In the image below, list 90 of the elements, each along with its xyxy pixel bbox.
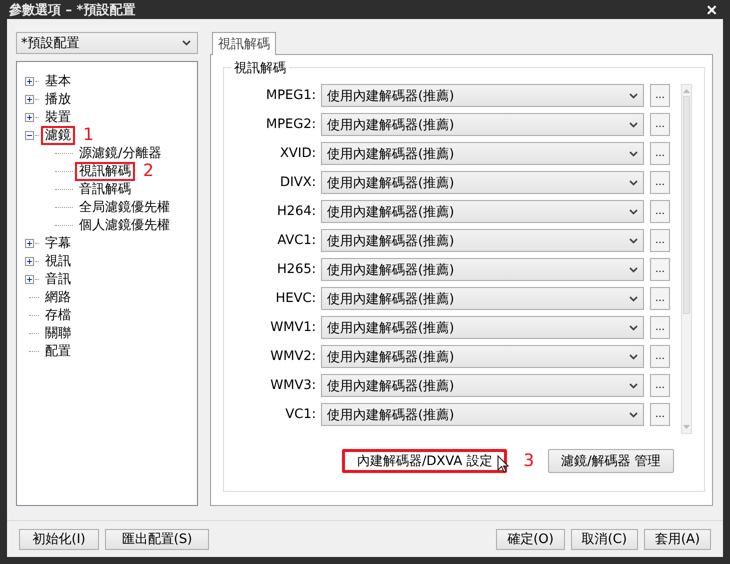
group-title: 視訊解碼 — [231, 59, 289, 77]
more-button[interactable]: ... — [650, 316, 670, 339]
annotation-number: 1 — [83, 125, 94, 145]
more-button[interactable]: ... — [650, 374, 670, 397]
tree-item[interactable]: 關聯 — [41, 324, 75, 342]
cursor-icon — [497, 455, 510, 473]
chevron-icon — [629, 324, 638, 330]
codec-label: VC1: — [284, 407, 316, 422]
decoder-dropdown[interactable]: 使用內建解碼器(推薦) — [321, 374, 644, 397]
chevron-icon — [629, 150, 638, 156]
chevron-icon — [629, 296, 638, 302]
settings-button[interactable]: 濾鏡/解碼器 管理 — [548, 449, 674, 473]
codec-label: DIVX: — [278, 175, 316, 190]
codec-label: HEVC: — [274, 291, 316, 306]
footer-button[interactable]: 套用(A) — [644, 528, 711, 550]
collapse-icon[interactable] — [25, 130, 34, 140]
decoder-dropdown[interactable]: 使用內建解碼器(推薦) — [321, 229, 644, 252]
expand-icon[interactable] — [25, 238, 34, 248]
tree-item[interactable]: 字幕 — [41, 234, 75, 252]
expand-icon[interactable] — [25, 274, 34, 284]
more-button[interactable]: ... — [650, 403, 670, 426]
scrollbar[interactable] — [681, 84, 692, 434]
more-button[interactable]: ... — [650, 287, 670, 310]
tree-item[interactable]: 個人濾鏡優先權 — [75, 216, 174, 234]
codec-label: WMV1: — [269, 320, 316, 335]
expand-icon[interactable] — [25, 112, 34, 122]
tree-item[interactable]: 視訊 — [41, 252, 75, 270]
tree-item[interactable]: 音訊解碼 — [75, 180, 135, 198]
expand-icon[interactable] — [25, 76, 34, 86]
more-button[interactable]: ... — [650, 229, 670, 252]
decoder-dropdown[interactable]: 使用內建解碼器(推薦) — [321, 200, 644, 223]
codec-label: AVC1: — [276, 233, 316, 248]
decoder-dropdown[interactable]: 使用內建解碼器(推薦) — [321, 287, 644, 310]
more-button[interactable]: ... — [650, 84, 670, 107]
chevron-icon — [629, 382, 638, 388]
chevron-icon — [629, 122, 638, 128]
decoder-dropdown[interactable]: 使用內建解碼器(推薦) — [321, 84, 644, 107]
scroll-thumb[interactable] — [683, 96, 690, 314]
tree-item[interactable]: 裝置 — [41, 108, 75, 126]
chevron-icon — [629, 354, 638, 360]
tree-item[interactable]: 存檔 — [41, 306, 75, 324]
tab[interactable]: 視訊解碼 — [212, 32, 276, 55]
tree-item[interactable]: 音訊 — [41, 270, 75, 288]
codec-label: MPEG2: — [265, 117, 316, 132]
more-button[interactable]: ... — [650, 113, 670, 136]
chevron-icon — [629, 266, 638, 272]
tree-item[interactable]: 網路 — [41, 288, 75, 306]
decoder-dropdown[interactable]: 使用內建解碼器(推薦) — [321, 258, 644, 281]
decoder-dropdown[interactable]: 使用內建解碼器(推薦) — [321, 316, 644, 339]
expand-icon[interactable] — [25, 94, 34, 104]
codec-label: H264: — [276, 204, 316, 219]
more-button[interactable]: ... — [650, 142, 670, 165]
footer-button[interactable]: 匯出配置(S) — [105, 528, 209, 550]
annotation-number: 3 — [523, 451, 534, 471]
tree-item[interactable]: 配置 — [41, 342, 75, 360]
codec-label: WMV2: — [269, 349, 316, 364]
footer-button[interactable]: 確定(O) — [496, 528, 565, 550]
codec-label: WMV3: — [269, 378, 316, 393]
tree-item[interactable]: 視訊解碼 — [75, 162, 135, 180]
more-button[interactable]: ... — [650, 258, 670, 281]
chevron-icon — [182, 40, 191, 46]
codec-label: XVID: — [278, 146, 316, 161]
decoder-dropdown[interactable]: 使用內建解碼器(推薦) — [321, 345, 644, 368]
tree-item[interactable]: 源濾鏡/分離器 — [75, 144, 166, 162]
tree-item[interactable]: 基本 — [41, 72, 75, 90]
settings-button[interactable]: 內建解碼器/DXVA 設定 — [342, 449, 508, 473]
decoder-dropdown[interactable]: 使用內建解碼器(推薦) — [321, 403, 644, 426]
profile-dropdown[interactable]: *預設配置 — [16, 32, 198, 54]
expand-icon[interactable] — [25, 256, 34, 266]
decoder-dropdown[interactable]: 使用內建解碼器(推薦) — [321, 142, 644, 165]
close-button[interactable]: × — [702, 0, 721, 18]
chevron-icon — [629, 412, 638, 418]
more-button[interactable]: ... — [650, 200, 670, 223]
chevron-icon — [629, 180, 638, 186]
decoder-dropdown[interactable]: 使用內建解碼器(推薦) — [321, 113, 644, 136]
footer-button[interactable]: 初始化(I) — [19, 528, 99, 550]
chevron-icon — [629, 238, 638, 244]
decoder-dropdown[interactable]: 使用內建解碼器(推薦) — [321, 171, 644, 194]
more-button[interactable]: ... — [650, 171, 670, 194]
codec-label: H265: — [276, 262, 316, 277]
codec-label: MPEG1: — [265, 88, 316, 103]
chevron-icon — [629, 208, 638, 214]
window-title: 參數選項 – *預設配置 — [9, 2, 136, 18]
tree-item[interactable]: 濾鏡 — [41, 126, 75, 144]
tree-item[interactable]: 全局濾鏡優先權 — [75, 198, 174, 216]
chevron-icon — [629, 92, 638, 98]
annotation-number: 2 — [143, 161, 154, 181]
tree-item[interactable]: 播放 — [41, 90, 75, 108]
footer-button[interactable]: 取消(C) — [570, 528, 638, 550]
more-button[interactable]: ... — [650, 345, 670, 368]
